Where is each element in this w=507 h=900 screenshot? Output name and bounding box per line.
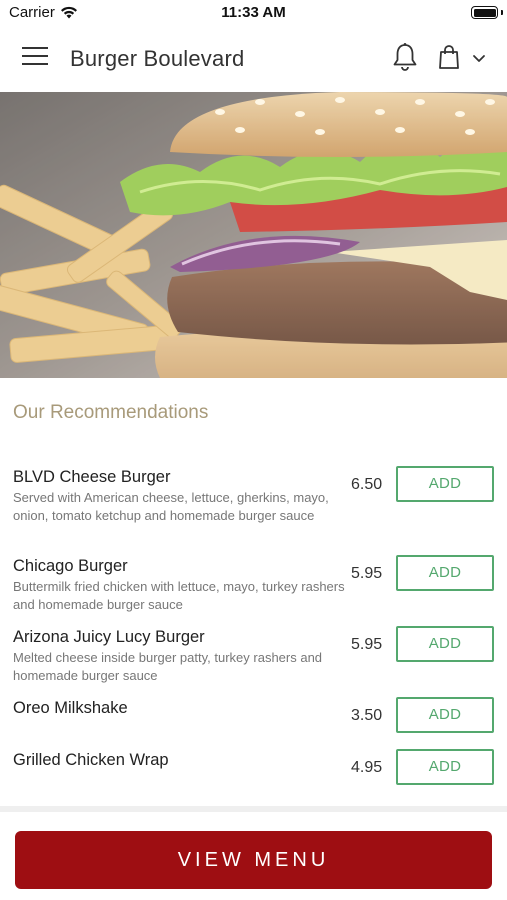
- item-price: 5.95: [351, 565, 383, 582]
- app-header: Burger Boulevard: [0, 26, 507, 92]
- item-description: Served with American cheese, lettuce, gh…: [13, 490, 329, 523]
- restaurant-title: Burger Boulevard: [70, 46, 245, 71]
- battery-tip: [501, 10, 503, 15]
- item-price: 3.50: [351, 707, 383, 724]
- add-button[interactable]: ADD: [396, 749, 494, 785]
- view-menu-button[interactable]: VIEW MENU: [15, 831, 492, 889]
- hero-burger-image: [0, 92, 507, 378]
- battery-icon: [471, 6, 498, 19]
- item-name: Oreo Milkshake: [13, 699, 128, 717]
- add-button[interactable]: ADD: [396, 555, 494, 591]
- item-price: 4.95: [351, 759, 383, 776]
- item-price: 5.95: [351, 636, 383, 653]
- item-name: Arizona Juicy Lucy Burger: [13, 628, 205, 646]
- chevron-down-icon[interactable]: [472, 54, 486, 64]
- item-name: Chicago Burger: [13, 557, 128, 575]
- status-bar: Carrier 11:33 AM: [0, 0, 507, 26]
- add-button[interactable]: ADD: [396, 697, 494, 733]
- bell-icon[interactable]: [391, 42, 419, 72]
- recommendations-title: Our Recommendations: [13, 402, 209, 423]
- item-name: Grilled Chicken Wrap: [13, 751, 169, 769]
- item-name: BLVD Cheese Burger: [13, 468, 171, 486]
- item-price: 6.50: [351, 476, 383, 493]
- clock: 11:33 AM: [221, 4, 286, 21]
- item-description: Buttermilk fried chicken with lettuce, m…: [13, 579, 345, 612]
- burger-illustration: [0, 92, 507, 378]
- add-button[interactable]: ADD: [396, 626, 494, 662]
- item-description: Melted cheese inside burger patty, turke…: [13, 650, 323, 683]
- add-button[interactable]: ADD: [396, 466, 494, 502]
- shopping-bag-icon[interactable]: [438, 44, 460, 70]
- hamburger-menu-icon[interactable]: [22, 47, 48, 69]
- section-divider: [0, 806, 507, 812]
